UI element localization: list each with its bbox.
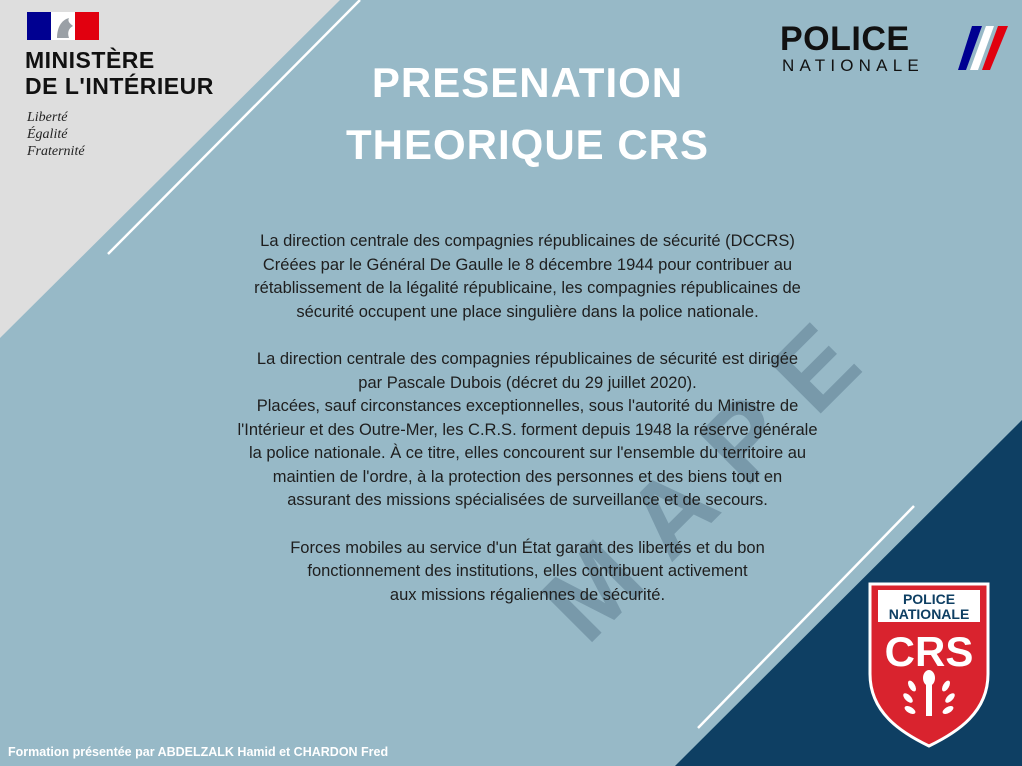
para1-line: Créées par le Général De Gaulle le 8 déc… (262, 255, 793, 274)
ministry-line-1: MINISTÈRE (25, 47, 155, 73)
motto-liberte: Liberté (27, 110, 68, 125)
tricolor-stripes-icon (958, 26, 1008, 70)
para2-line: par Pascale Dubois (décret du 29 juillet… (358, 373, 697, 392)
motto: Liberté Égalité Fraternité (27, 109, 85, 160)
badge-line-2: NATIONALE (889, 606, 970, 622)
badge-line-3: CRS (885, 628, 974, 675)
footer-credit: Formation présentée par ABDELZALK Hamid … (8, 745, 389, 759)
para2-line: la police nationale. À ce titre, elles c… (248, 444, 807, 462)
motto-egalite: Égalité (27, 127, 68, 142)
para1-line: rétablissement de la légalité républicai… (254, 279, 801, 297)
para2-line: La direction centrale des compagnies rép… (256, 350, 799, 368)
para3-line: Forces mobiles au service d'un État gara… (290, 538, 765, 557)
motto-fraternite: Fraternité (27, 144, 85, 159)
para3-line: fonctionnement des institutions, elles c… (307, 562, 748, 580)
body-text: La direction centrale des compagnies rép… (190, 230, 865, 607)
para2-line: Placées, sauf circonstances exceptionnel… (256, 397, 799, 415)
page-title: PRESENATION THEORIQUE CRS (300, 52, 755, 176)
title-line-2: THEORIQUE CRS (345, 121, 710, 168)
title-line-1: PRESENATION (371, 59, 684, 106)
logo-nationale-text: NATIONALE (782, 56, 924, 75)
ministry-line-2: DE L'INTÉRIEUR (25, 73, 214, 99)
para3-line: aux missions régaliennes de sécurité. (389, 585, 666, 604)
para2-line: maintien de l'ordre, à la protection des… (272, 467, 783, 486)
marianne-flag-icon (27, 12, 99, 40)
para1-line: sécurité occupent une place singulière d… (296, 302, 759, 321)
badge-line-1: POLICE (903, 591, 955, 607)
para2-line: assurant des missions spécialisées de su… (287, 491, 768, 509)
ministry-name: MINISTÈRE DE L'INTÉRIEUR (25, 47, 214, 99)
logo-police-text: POLICE (780, 20, 910, 58)
police-nationale-logo: POLICE NATIONALE (780, 22, 924, 76)
crs-badge: POLICE NATIONALE CRS (868, 582, 990, 748)
para2-line: l'Intérieur et des Outre-Mer, les C.R.S.… (237, 420, 818, 439)
para1-line: La direction centrale des compagnies rép… (260, 232, 795, 250)
